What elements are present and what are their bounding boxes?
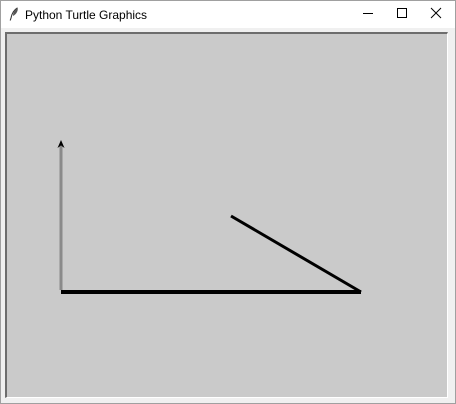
maximize-icon — [396, 6, 408, 24]
feather-icon — [8, 7, 20, 21]
diagonal-stroke — [230, 214, 362, 294]
close-button[interactable] — [419, 1, 453, 28]
minimize-button[interactable] — [351, 1, 385, 28]
close-icon — [430, 6, 442, 24]
title-bar[interactable]: Python Turtle Graphics — [1, 1, 455, 28]
turtle-window: Python Turtle Graphics — [0, 0, 456, 404]
minimize-icon — [362, 6, 374, 24]
window-title: Python Turtle Graphics — [25, 8, 148, 22]
turtle-canvas[interactable] — [5, 32, 448, 398]
maximize-button[interactable] — [385, 1, 419, 28]
turtle-drawing — [57, 140, 362, 294]
